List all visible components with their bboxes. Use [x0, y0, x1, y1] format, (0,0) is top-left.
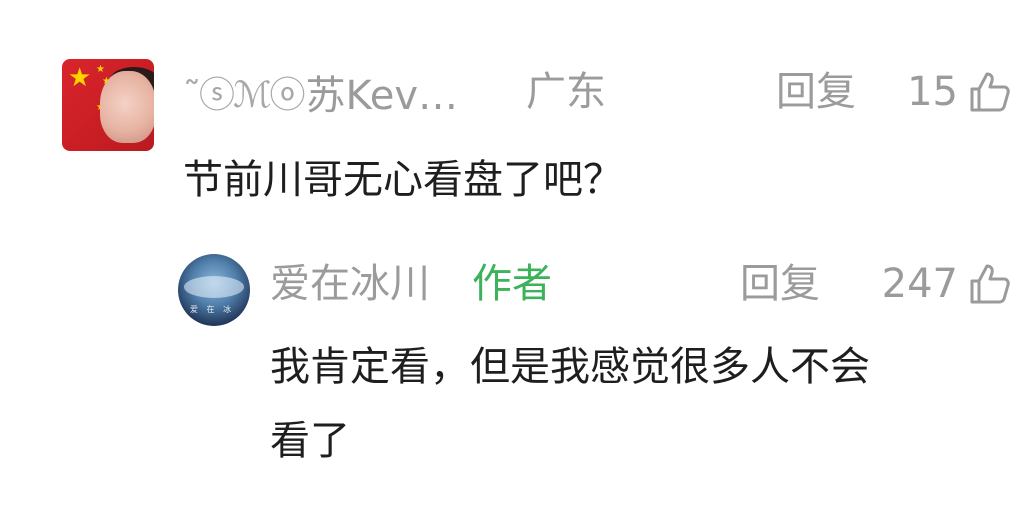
reply-username[interactable]: 爱在冰川 [270, 258, 430, 310]
reply-button[interactable]: 回复 [740, 258, 820, 310]
like-count: 15 [907, 69, 958, 115]
author-badge: 作者 [472, 261, 552, 307]
reply-text-line-2: 看了 [270, 418, 350, 464]
avatar-caption: 爱 在 冰 [190, 305, 235, 314]
thumbs-up-icon[interactable] [968, 70, 1012, 114]
comment-text: 节前川哥无心看盘了吧？ [183, 157, 623, 203]
thumbs-up-icon[interactable] [968, 262, 1012, 306]
reply-author-avatar[interactable]: 爱 在 冰 [178, 254, 250, 326]
comment-thread: ★ ★ ★ ★ ★ ˜ⓢℳⓞ 苏Kev… 广东 回复 15 节前川哥无心看盘了吧… [0, 0, 1032, 520]
reply-button[interactable]: 回复 [776, 66, 856, 118]
commenter-username-text: 苏Kev… [305, 73, 459, 119]
like-count: 247 [881, 261, 958, 307]
reply-text-line-1: 我肯定看，但是我感觉很多人不会 [270, 344, 870, 390]
commenter-avatar[interactable]: ★ ★ ★ ★ ★ [62, 59, 154, 151]
commenter-location: 广东 [526, 69, 606, 115]
commenter-username[interactable]: ˜ⓢℳⓞ 苏Kev… [183, 66, 459, 119]
username-decoration: ˜ⓢℳⓞ [183, 75, 305, 116]
